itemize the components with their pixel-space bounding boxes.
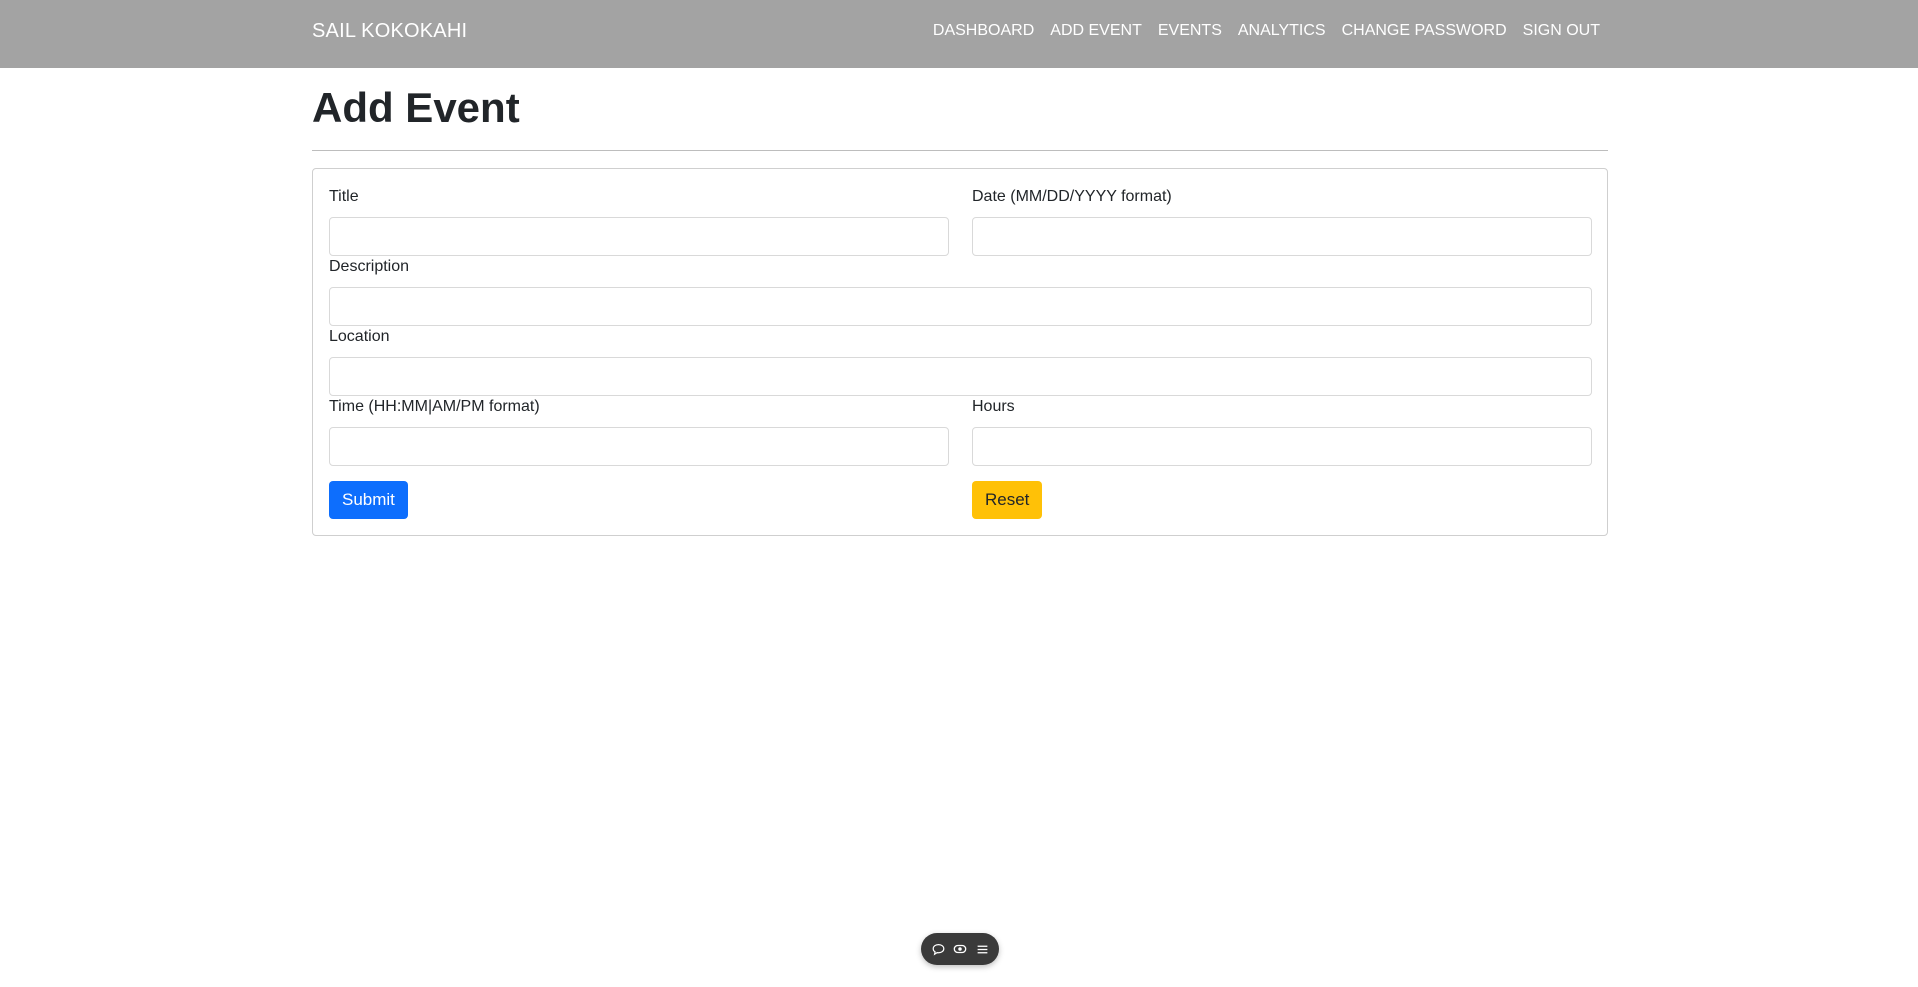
add-event-form: Title Date (MM/DD/YYYY format) Descripti…	[312, 168, 1608, 536]
title-label: Title	[329, 188, 359, 205]
navbar: SAIL KOKOKAHI DASHBOARD ADD EVENT EVENTS…	[0, 0, 1918, 68]
hours-input[interactable]	[972, 427, 1592, 466]
nav-add-event[interactable]: ADD EVENT	[1042, 22, 1150, 40]
hours-label: Hours	[972, 398, 1015, 415]
title-divider	[312, 150, 1608, 151]
location-input[interactable]	[329, 357, 1592, 396]
eye-icon[interactable]	[952, 941, 968, 957]
time-label: Time (HH:MM|AM/PM format)	[329, 398, 540, 415]
description-input[interactable]	[329, 287, 1592, 326]
nav-events[interactable]: EVENTS	[1150, 22, 1230, 40]
brand-link[interactable]: SAIL KOKOKAHI	[312, 20, 467, 43]
nav-analytics[interactable]: ANALYTICS	[1230, 22, 1334, 40]
comment-icon[interactable]	[930, 941, 946, 957]
description-label: Description	[329, 258, 410, 275]
date-input[interactable]	[972, 217, 1592, 256]
menu-icon[interactable]	[974, 941, 990, 957]
nav-sign-out[interactable]: SIGN OUT	[1515, 22, 1608, 40]
location-label: Location	[329, 328, 390, 345]
nav-dashboard[interactable]: DASHBOARD	[925, 22, 1042, 40]
submit-button[interactable]: Submit	[329, 481, 408, 519]
page-title: Add Event	[312, 84, 520, 131]
nav-links: DASHBOARD ADD EVENT EVENTS ANALYTICS CHA…	[925, 22, 1608, 40]
time-input[interactable]	[329, 427, 949, 466]
title-input[interactable]	[329, 217, 949, 256]
date-label: Date (MM/DD/YYYY format)	[972, 188, 1172, 205]
reset-button[interactable]: Reset	[972, 481, 1043, 519]
floating-toolbar	[921, 933, 999, 965]
nav-change-password[interactable]: CHANGE PASSWORD	[1334, 22, 1515, 40]
